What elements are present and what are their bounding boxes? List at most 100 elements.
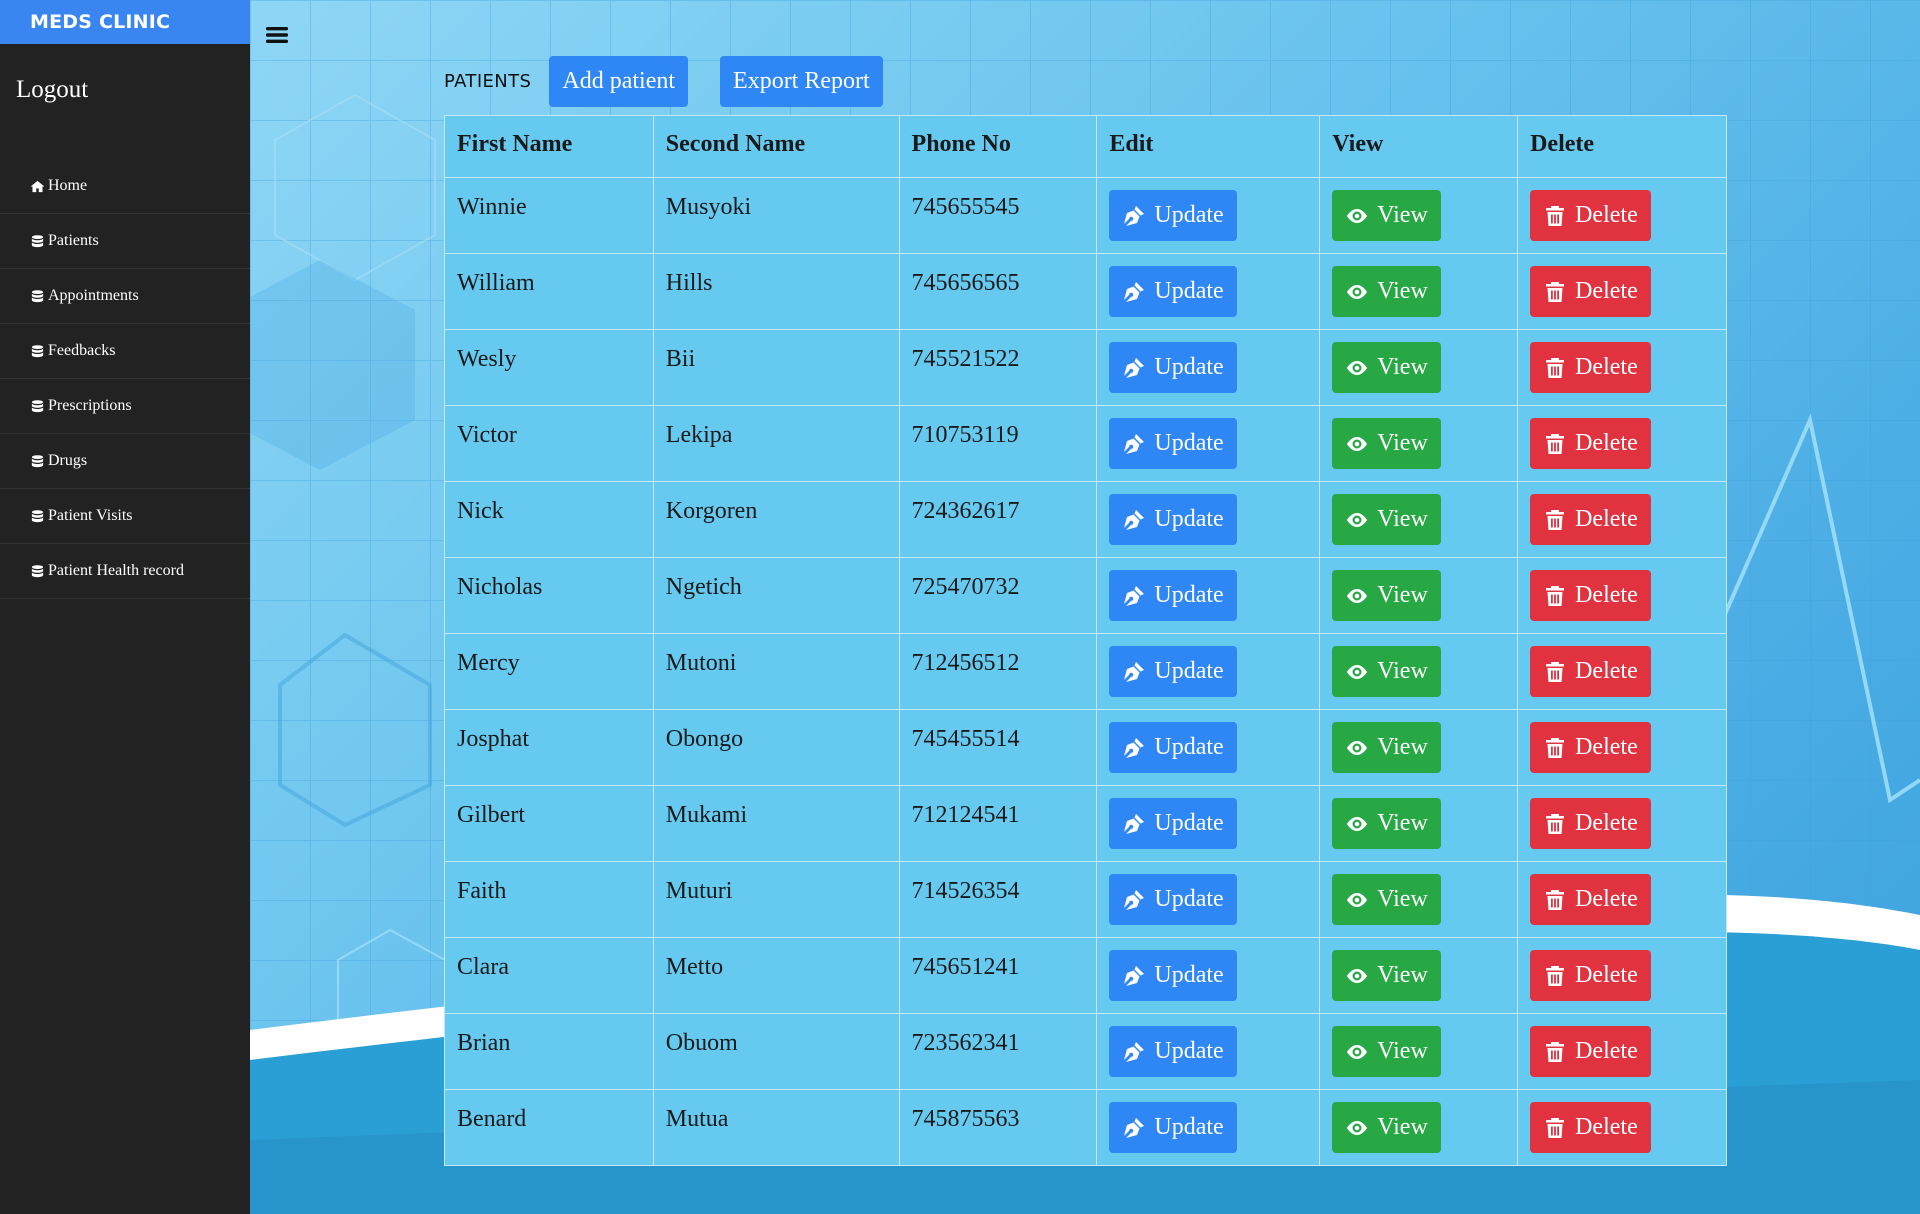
menu-toggle-icon[interactable] [266, 24, 288, 46]
update-button[interactable]: Update [1109, 874, 1237, 925]
table-row: Josphat Obongo 745455514 Update View Delete [444, 709, 1727, 786]
second-name-cell: Obongo [652, 709, 900, 786]
view-button[interactable]: View [1332, 494, 1441, 545]
eye-icon [1345, 660, 1377, 684]
database-icon [30, 399, 48, 414]
edit-cell: Update [1096, 709, 1321, 786]
update-label: Update [1154, 354, 1224, 380]
database-icon [30, 289, 48, 304]
view-cell: View [1319, 709, 1519, 786]
phone-cell: 725470732 [898, 557, 1098, 634]
delete-label: Delete [1575, 962, 1638, 988]
pen-icon [1122, 660, 1154, 684]
delete-label: Delete [1575, 734, 1638, 760]
second-name-cell: Mukami [652, 785, 900, 862]
view-button[interactable]: View [1332, 722, 1441, 773]
main-content: PATIENTS Add patient Export Report First… [250, 0, 1920, 1214]
view-label: View [1377, 962, 1428, 988]
view-button[interactable]: View [1332, 570, 1441, 621]
view-button[interactable]: View [1332, 342, 1441, 393]
section-title: PATIENTS [444, 71, 532, 92]
delete-button[interactable]: Delete [1530, 722, 1651, 773]
update-label: Update [1154, 506, 1224, 532]
delete-button[interactable]: Delete [1530, 342, 1651, 393]
view-button[interactable]: View [1332, 646, 1441, 697]
update-button[interactable]: Update [1109, 1102, 1237, 1153]
sidebar-item-appointments[interactable]: Appointments [0, 269, 250, 324]
view-button[interactable]: View [1332, 190, 1441, 241]
update-label: Update [1154, 658, 1224, 684]
sidebar-item-home[interactable]: Home [0, 159, 250, 214]
view-label: View [1377, 430, 1428, 456]
update-button[interactable]: Update [1109, 646, 1237, 697]
pen-icon [1122, 736, 1154, 760]
view-label: View [1377, 278, 1428, 304]
delete-button[interactable]: Delete [1530, 190, 1651, 241]
delete-button[interactable]: Delete [1530, 950, 1651, 1001]
update-button[interactable]: Update [1109, 494, 1237, 545]
view-button[interactable]: View [1332, 1026, 1441, 1077]
delete-button[interactable]: Delete [1530, 418, 1651, 469]
update-button[interactable]: Update [1109, 570, 1237, 621]
view-button[interactable]: View [1332, 798, 1441, 849]
delete-button[interactable]: Delete [1530, 1026, 1651, 1077]
delete-label: Delete [1575, 810, 1638, 836]
sidebar-item-label: Drugs [48, 452, 88, 469]
delete-label: Delete [1575, 506, 1638, 532]
update-button[interactable]: Update [1109, 1026, 1237, 1077]
update-button[interactable]: Update [1109, 266, 1237, 317]
delete-button[interactable]: Delete [1530, 874, 1651, 925]
delete-button[interactable]: Delete [1530, 494, 1651, 545]
update-label: Update [1154, 1114, 1224, 1140]
sidebar-item-prescriptions[interactable]: Prescriptions [0, 379, 250, 434]
toolbar: PATIENTS Add patient Export Report [444, 56, 883, 107]
view-button[interactable]: View [1332, 418, 1441, 469]
sidebar-item-patient-visits[interactable]: Patient Visits [0, 489, 250, 544]
trash-icon [1543, 584, 1575, 608]
update-button[interactable]: Update [1109, 950, 1237, 1001]
logout-link[interactable]: Logout [0, 44, 250, 159]
view-cell: View [1319, 633, 1519, 710]
view-button[interactable]: View [1332, 950, 1441, 1001]
database-icon [30, 234, 48, 249]
view-cell: View [1319, 785, 1519, 862]
edit-cell: Update [1096, 633, 1321, 710]
trash-icon [1543, 1040, 1575, 1064]
delete-button[interactable]: Delete [1530, 570, 1651, 621]
view-button[interactable]: View [1332, 1102, 1441, 1153]
export-report-button[interactable]: Export Report [720, 56, 883, 107]
sidebar-item-patients[interactable]: Patients [0, 214, 250, 269]
view-label: View [1377, 886, 1428, 912]
view-button[interactable]: View [1332, 874, 1441, 925]
delete-button[interactable]: Delete [1530, 266, 1651, 317]
eye-icon [1345, 204, 1377, 228]
delete-button[interactable]: Delete [1530, 646, 1651, 697]
update-button[interactable]: Update [1109, 798, 1237, 849]
brand-logo[interactable]: MEDS CLINIC [0, 0, 250, 44]
second-name-cell: Korgoren [652, 481, 900, 558]
sidebar-item-patient-health-record[interactable]: Patient Health record [0, 544, 250, 599]
update-button[interactable]: Update [1109, 418, 1237, 469]
add-patient-button[interactable]: Add patient [549, 56, 689, 107]
delete-button[interactable]: Delete [1530, 1102, 1651, 1153]
edit-cell: Update [1096, 405, 1321, 482]
update-button[interactable]: Update [1109, 190, 1237, 241]
delete-button[interactable]: Delete [1530, 798, 1651, 849]
view-cell: View [1319, 1013, 1519, 1090]
update-label: Update [1154, 962, 1224, 988]
delete-cell: Delete [1517, 329, 1727, 406]
update-button[interactable]: Update [1109, 722, 1237, 773]
sidebar-item-feedbacks[interactable]: Feedbacks [0, 324, 250, 379]
header-edit: Edit [1096, 115, 1321, 178]
sidebar-item-drugs[interactable]: Drugs [0, 434, 250, 489]
view-button[interactable]: View [1332, 266, 1441, 317]
delete-cell: Delete [1517, 861, 1727, 938]
database-icon [30, 344, 48, 359]
delete-cell: Delete [1517, 253, 1727, 330]
first-name-cell: Benard [444, 1089, 654, 1166]
trash-icon [1543, 964, 1575, 988]
eye-icon [1345, 888, 1377, 912]
update-button[interactable]: Update [1109, 342, 1237, 393]
delete-cell: Delete [1517, 1089, 1727, 1166]
delete-label: Delete [1575, 278, 1638, 304]
